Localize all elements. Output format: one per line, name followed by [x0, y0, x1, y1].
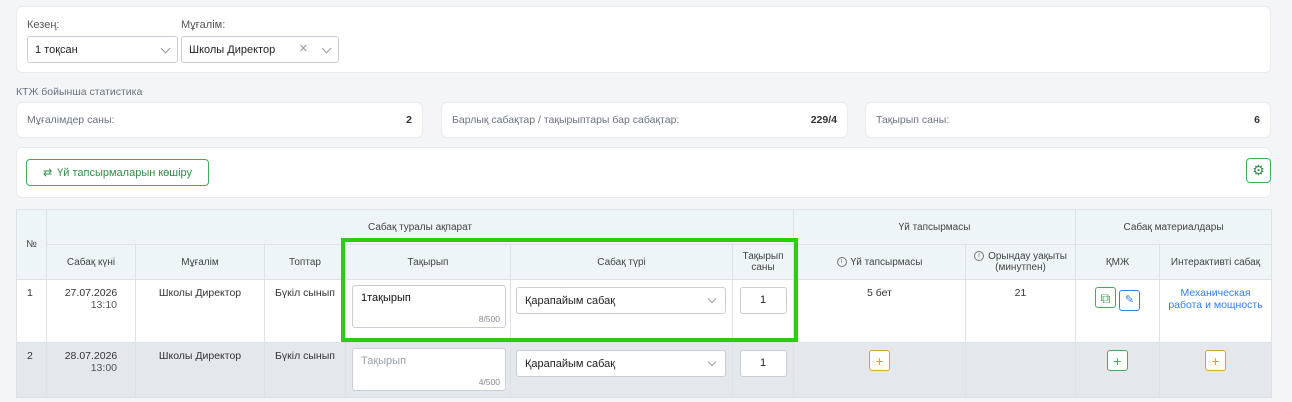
teacher-label: Мұғалім:	[181, 19, 226, 31]
duration-cell	[965, 342, 1077, 398]
copy-homework-label: Үй тапсырмаларын көшіру	[57, 166, 193, 179]
topic-input[interactable]: 1тақырып 8/500	[352, 285, 506, 328]
homework-header: i Үй тапсырмасы	[793, 244, 967, 280]
duration-header-label: Орындау уақыты (минутпен)	[988, 251, 1067, 273]
teachers-count-value: 2	[406, 114, 412, 126]
lessons-table: № Сабақ туралы ақпарат Үй тапсырмасы Саб…	[16, 209, 1273, 398]
topics-count-value: 6	[1254, 114, 1260, 126]
period-label: Кезең:	[27, 19, 60, 31]
period-value: 1 тоқсан	[35, 43, 78, 56]
topic-header: Тақырып	[345, 244, 511, 280]
lesson-type-select[interactable]: Қарапайым сабақ	[516, 287, 726, 314]
chevron-down-icon	[707, 294, 717, 304]
filters-card: Кезең: 1 тоқсан Мұғалім: Школы Директор …	[16, 6, 1271, 73]
interactive-lesson-link[interactable]: Механическая работа и мощность	[1160, 287, 1271, 311]
lessons-count-label: Барлық сабақтар / тақырыптары бар сабақт…	[452, 114, 680, 126]
table-row: 2 28.07.2026 13:00 Школы Директор Бүкіл …	[16, 342, 1273, 398]
lessons-count-value: 229/4	[810, 114, 837, 126]
chevron-down-icon	[160, 43, 171, 54]
add-homework-icon[interactable]: +	[869, 350, 891, 371]
qty-cell: 1	[731, 342, 795, 398]
edit-icon[interactable]: ✎	[1118, 289, 1140, 311]
groups-header: Топтар	[264, 244, 346, 280]
row-num: 1	[16, 279, 47, 343]
teacher-cell: Школы Директор	[135, 279, 265, 343]
date-cell: 28.07.2026 13:00	[46, 342, 136, 398]
info-icon: i	[836, 256, 847, 267]
date-cell: 27.07.2026 13:10	[46, 279, 136, 343]
lessons-count-card: Барлық сабақтар / тақырыптары бар сабақт…	[441, 102, 848, 138]
char-counter: 4/500	[478, 377, 500, 387]
topic-input[interactable]: Тақырып 4/500	[352, 348, 506, 391]
clear-icon[interactable]: ✕	[299, 42, 308, 55]
chevron-down-icon	[321, 43, 332, 54]
table-row: 1 27.07.2026 13:10 Школы Директор Бүкіл …	[16, 279, 1273, 343]
settings-button[interactable]: ⚙	[1246, 158, 1271, 183]
lesson-info-header: Сабақ туралы ақпарат	[45, 209, 795, 245]
homework-cell: +	[793, 342, 967, 398]
kmzh-cell: ⧉ ✎	[1075, 279, 1161, 343]
add-kmzh-icon[interactable]: +	[1107, 350, 1129, 371]
homework-group-header: Үй тапсырмасы	[793, 209, 1077, 245]
row-num: 2	[16, 342, 47, 398]
duration-header: i Орындау уақыты (минутпен)	[965, 244, 1077, 280]
open-link-icon[interactable]: ⧉	[1095, 287, 1117, 308]
topic-placeholder: Тақырып	[361, 355, 407, 367]
teachers-count-card: Мұғалімдер саны: 2	[16, 102, 423, 138]
topics-count-label: Тақырып саны:	[876, 114, 950, 126]
topic-count-input[interactable]: 1	[739, 287, 787, 314]
teacher-header: Мұғалім	[135, 244, 265, 280]
lesson-type-value: Қарапайым сабақ	[525, 295, 616, 307]
materials-group-header: Сабақ материалдары	[1075, 209, 1273, 245]
teacher-cell: Школы Директор	[135, 342, 265, 398]
chevron-down-icon	[707, 357, 717, 367]
lesson-time: 13:10	[90, 299, 117, 311]
lesson-type-select[interactable]: Қарапайым сабақ	[516, 350, 726, 377]
topic-cell: 1тақырып 8/500	[345, 279, 511, 343]
info-icon: i	[974, 251, 985, 262]
lesson-date: 27.07.2026	[64, 287, 118, 299]
type-cell: Қарапайым сабақ	[510, 342, 733, 398]
stats-title: КТЖ бойынша статистика	[16, 86, 143, 98]
type-cell: Қарапайым сабақ	[510, 279, 733, 343]
period-select[interactable]: 1 тоқсан	[27, 36, 178, 63]
kmzh-cell: +	[1075, 342, 1161, 398]
lesson-time: 13:00	[90, 362, 117, 374]
date-header: Сабақ күні	[46, 244, 136, 280]
copy-homework-button[interactable]: ⇄ Үй тапсырмаларын көшіру	[26, 159, 209, 186]
swap-arrows-icon: ⇄	[42, 167, 53, 179]
interactive-header: Интерактивті сабақ	[1159, 244, 1273, 280]
gear-icon: ⚙	[1252, 162, 1265, 178]
topic-value: 1тақырып	[361, 292, 411, 304]
duration-cell: 21	[965, 279, 1077, 343]
teacher-select[interactable]: Школы Директор ✕	[181, 36, 339, 63]
interactive-cell: Механическая работа и мощность	[1159, 279, 1273, 343]
qty-cell: 1	[731, 279, 795, 343]
add-interactive-icon[interactable]: +	[1205, 350, 1227, 371]
lesson-type-value: Қарапайым сабақ	[525, 358, 616, 370]
topic-count-header: Тақырып саны	[731, 244, 795, 280]
num-header: №	[16, 209, 47, 280]
groups-cell: Бүкіл сынып	[264, 279, 346, 343]
topics-count-card: Тақырып саны: 6	[865, 102, 1271, 138]
interactive-cell: +	[1159, 342, 1273, 398]
lesson-date: 28.07.2026	[64, 350, 118, 362]
topic-count-input[interactable]: 1	[739, 350, 787, 377]
type-header: Сабақ түрі	[510, 244, 733, 280]
topic-cell: Тақырып 4/500	[345, 342, 511, 398]
kmzh-header: ҚМЖ	[1075, 244, 1161, 280]
teachers-count-label: Мұғалімдер саны:	[27, 114, 115, 126]
groups-cell: Бүкіл сынып	[264, 342, 346, 398]
homework-header-label: Үй тапсырмасы	[850, 256, 923, 268]
homework-cell: 5 бет	[793, 279, 967, 343]
teacher-value: Школы Директор	[189, 43, 276, 56]
char-counter: 8/500	[478, 314, 500, 324]
